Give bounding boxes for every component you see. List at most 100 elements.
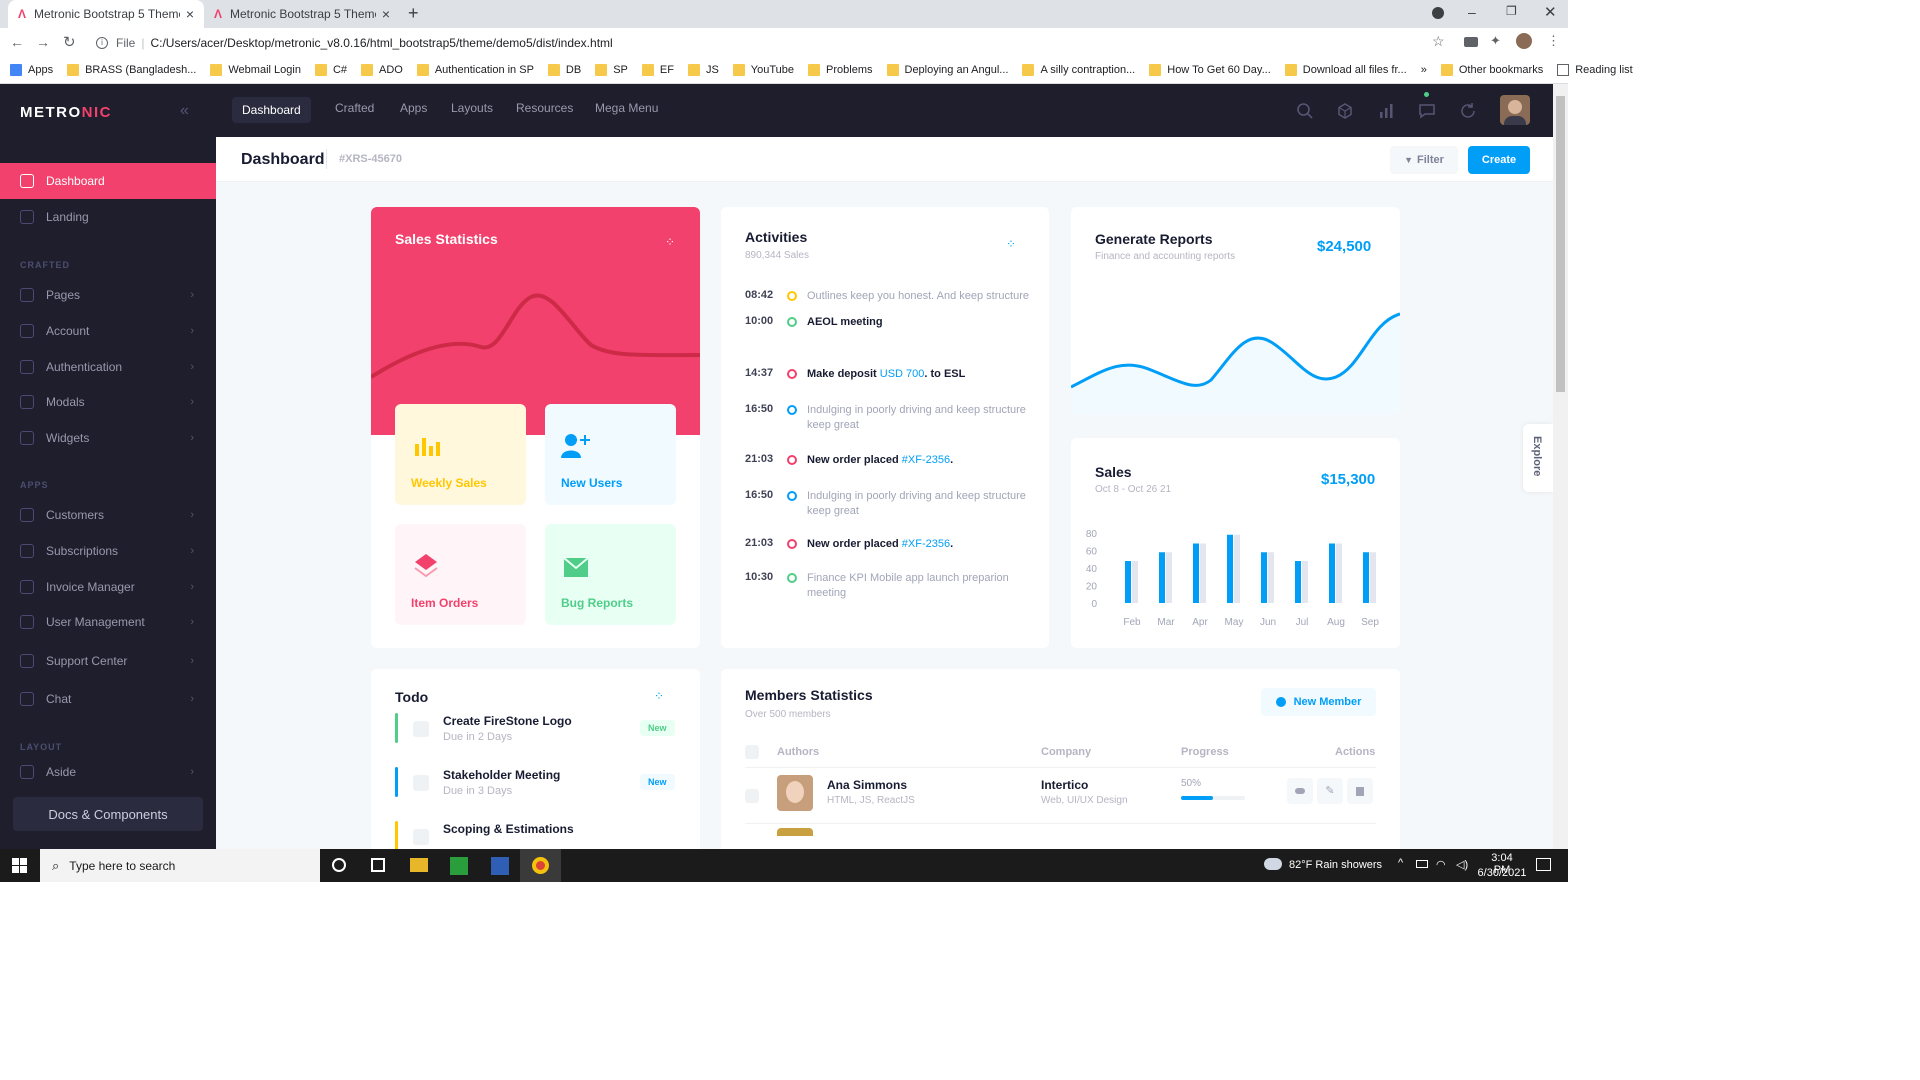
toggle-action-button[interactable] xyxy=(1287,778,1313,804)
bookmark-star-icon[interactable]: ☆ xyxy=(1432,33,1445,50)
col-authors[interactable]: Authors xyxy=(777,746,819,758)
refresh-icon[interactable] xyxy=(1459,102,1477,120)
app-icon[interactable] xyxy=(491,857,509,875)
explore-toggle[interactable]: Explore xyxy=(1523,424,1553,492)
bookmark-item[interactable]: JS xyxy=(687,64,719,76)
col-progress[interactable]: Progress xyxy=(1181,746,1229,758)
bookmark-item[interactable]: BRASS (Bangladesh... xyxy=(67,64,196,76)
bar-may-series1[interactable] xyxy=(1227,534,1233,603)
bookmark-item[interactable]: Download all files fr... xyxy=(1284,64,1407,76)
chrome-menu-icon[interactable]: ⋮ xyxy=(1547,33,1560,49)
close-tab-icon[interactable]: × xyxy=(382,6,390,22)
bookmark-item[interactable]: SP xyxy=(595,64,628,76)
bookmark-item[interactable]: A silly contraption... xyxy=(1022,64,1135,76)
app-icon[interactable] xyxy=(450,857,468,875)
bookmark-item[interactable]: EF xyxy=(641,64,674,76)
sidebar-item-user-management[interactable]: User Management › xyxy=(0,604,216,640)
sidebar-item-modals[interactable]: Modals › xyxy=(0,384,216,420)
bar-mar-series2[interactable] xyxy=(1166,552,1172,603)
bookmark-item[interactable]: C# xyxy=(314,64,347,76)
cube-icon[interactable] xyxy=(1336,102,1354,120)
card-menu-icon[interactable]: ⁘ xyxy=(665,235,675,249)
sidebar-item-authentication[interactable]: Authentication › xyxy=(0,349,216,385)
forward-icon[interactable]: → xyxy=(36,34,50,50)
activity-link[interactable]: #XF-2356 xyxy=(902,538,950,550)
create-button[interactable]: Create xyxy=(1468,146,1530,174)
user-avatar[interactable] xyxy=(1500,95,1530,125)
taskbar-search[interactable]: ⌕ Type here to search xyxy=(40,849,320,882)
todo-checkbox[interactable] xyxy=(413,775,429,791)
bookmark-item[interactable]: ADO xyxy=(361,64,403,76)
volume-icon[interactable]: ◁) xyxy=(1456,858,1468,871)
docs-components-button[interactable]: Docs & Components xyxy=(13,797,203,831)
weather-icon[interactable] xyxy=(1264,858,1282,870)
bookmark-item[interactable]: How To Get 60 Day... xyxy=(1149,64,1271,76)
bookmark-item[interactable]: Authentication in SP xyxy=(416,64,534,76)
nav-layouts[interactable]: Layouts xyxy=(451,101,493,115)
todo-title[interactable]: Scoping & Estimations xyxy=(443,822,574,836)
crx-extension-icon[interactable] xyxy=(1464,37,1478,47)
bookmark-item[interactable]: Apps xyxy=(10,64,53,76)
bookmark-item[interactable]: Deploying an Angul... xyxy=(886,64,1008,76)
restore-icon[interactable]: ❐ xyxy=(1506,4,1517,18)
nav-apps[interactable]: Apps xyxy=(400,101,427,115)
reading-list[interactable]: Reading list xyxy=(1557,64,1633,76)
search-icon[interactable] xyxy=(1296,102,1314,120)
todo-checkbox[interactable] xyxy=(413,829,429,845)
nav-resources[interactable]: Resources xyxy=(516,101,573,115)
chrome-taskbar-button[interactable] xyxy=(520,849,561,882)
item-orders-tile[interactable]: Item Orders xyxy=(395,524,526,625)
weekly-sales-tile[interactable]: Weekly Sales xyxy=(395,404,526,505)
back-icon[interactable]: ← xyxy=(10,34,24,50)
col-actions[interactable]: Actions xyxy=(1335,746,1375,758)
browser-tab[interactable]: Λ Metronic Bootstrap 5 Theme | Ke × xyxy=(204,0,400,28)
bar-aug-series2[interactable] xyxy=(1336,543,1342,604)
sidebar-item-customers[interactable]: Customers › xyxy=(0,497,216,533)
sidebar-item-account[interactable]: Account › xyxy=(0,313,216,349)
other-bookmarks[interactable]: Other bookmarks xyxy=(1440,64,1543,76)
bar-may-series2[interactable] xyxy=(1234,534,1240,603)
col-company[interactable]: Company xyxy=(1041,746,1091,758)
activity-link[interactable]: USD 700 xyxy=(880,368,925,380)
tray-chevron-icon[interactable]: ^ xyxy=(1398,857,1403,869)
more-bookmarks-icon[interactable]: » xyxy=(1421,64,1427,76)
todo-title[interactable]: Stakeholder Meeting xyxy=(443,768,560,782)
bug-reports-tile[interactable]: Bug Reports xyxy=(545,524,676,625)
bookmark-item[interactable]: Problems xyxy=(808,64,873,76)
nav-crafted[interactable]: Crafted xyxy=(335,101,374,115)
sidebar-item-subscriptions[interactable]: Subscriptions › xyxy=(0,533,216,569)
sidebar-item-landing[interactable]: Landing xyxy=(0,199,216,235)
bar-jun-series1[interactable] xyxy=(1261,552,1267,603)
bar-aug-series1[interactable] xyxy=(1329,543,1335,604)
bookmark-item[interactable]: Webmail Login xyxy=(210,64,301,76)
close-tab-icon[interactable]: × xyxy=(186,6,194,22)
bar-feb-series1[interactable] xyxy=(1125,561,1131,603)
bar-apr-series2[interactable] xyxy=(1200,543,1206,604)
bar-mar-series1[interactable] xyxy=(1159,552,1165,603)
activity-link[interactable]: #XF-2356 xyxy=(902,454,950,466)
profile-avatar[interactable] xyxy=(1516,33,1532,49)
stats-icon[interactable] xyxy=(1377,102,1395,120)
page-scrollbar[interactable] xyxy=(1553,84,1568,849)
bar-jul-series1[interactable] xyxy=(1295,561,1301,603)
new-member-button[interactable]: New Member xyxy=(1261,688,1376,716)
bookmark-item[interactable]: YouTube xyxy=(732,64,794,76)
nav-dashboard[interactable]: Dashboard xyxy=(232,97,311,123)
sidebar-item-invoice-manager[interactable]: Invoice Manager › xyxy=(0,569,216,605)
row-checkbox[interactable] xyxy=(745,789,759,803)
new-tab-icon[interactable]: + xyxy=(408,3,419,24)
bookmark-item[interactable]: DB xyxy=(547,64,581,76)
bar-feb-series2[interactable] xyxy=(1132,561,1138,603)
windows-start-icon[interactable] xyxy=(12,858,27,873)
reload-icon[interactable]: ↻ xyxy=(63,33,76,51)
scrollbar-thumb[interactable] xyxy=(1556,96,1565,392)
aside-collapse-icon[interactable]: « xyxy=(180,102,189,120)
select-all-checkbox[interactable] xyxy=(745,745,759,759)
bar-sep-series1[interactable] xyxy=(1363,552,1369,603)
cortana-icon[interactable] xyxy=(332,858,346,872)
todo-checkbox[interactable] xyxy=(413,721,429,737)
file-explorer-icon[interactable] xyxy=(410,858,428,872)
sidebar-item-dashboard[interactable]: Dashboard xyxy=(0,163,216,199)
address-bar[interactable]: i File | C:/Users/acer/Desktop/metronic_… xyxy=(88,31,1454,54)
metronic-logo[interactable]: METRONIC xyxy=(20,104,112,121)
